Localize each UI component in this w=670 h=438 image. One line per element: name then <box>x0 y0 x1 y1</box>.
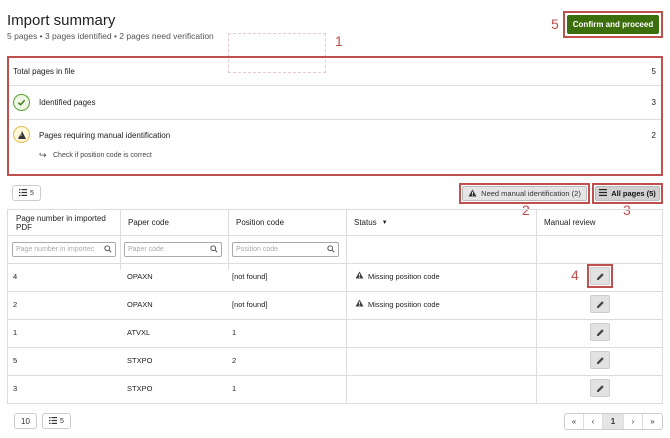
pencil-icon <box>596 384 604 392</box>
pages-table: Page number in imported PDF Paper code P… <box>7 209 663 404</box>
cell-position: 1 <box>232 328 237 337</box>
cell-page: 1 <box>13 328 18 337</box>
cell-paper: ATVXL <box>127 328 151 337</box>
cell-page: 5 <box>13 356 18 365</box>
cell-position: [not found] <box>232 272 268 281</box>
columns-button[interactable]: 5 <box>12 185 41 201</box>
header-position[interactable]: Position code <box>228 210 346 235</box>
confirm-highlight: Confirm and proceed <box>563 11 663 38</box>
annotation-1: 1 <box>335 33 343 49</box>
summary-row-total: Total pages in file 5 <box>9 58 661 86</box>
cell-status: Missing position code <box>368 300 440 309</box>
cell-paper: STXPO <box>127 356 153 365</box>
paper-filter-input[interactable]: Paper code <box>124 242 222 257</box>
manual-value: 2 <box>651 131 656 140</box>
pencil-icon <box>596 328 604 336</box>
confirm-button[interactable]: Confirm and proceed <box>567 15 659 34</box>
all-pages-highlight: All pages (5) <box>592 183 663 204</box>
page-filter-input[interactable]: Page number in importec <box>12 242 116 257</box>
footer-columns-button[interactable]: 5 <box>42 413 71 429</box>
need-manual-highlight: Need manual identification (2) <box>459 183 590 204</box>
total-value: 5 <box>651 67 656 76</box>
cell-status: Missing position code <box>368 272 440 281</box>
pencil-icon <box>596 272 604 280</box>
search-icon <box>104 245 112 255</box>
warning-icon <box>355 271 364 281</box>
header-paper[interactable]: Paper code <box>120 210 228 235</box>
all-pages-filter-button[interactable]: All pages (5) <box>595 186 660 201</box>
all-pages-label: All pages (5) <box>611 189 656 198</box>
manual-hint: Check if position code is correct <box>53 152 152 159</box>
need-manual-label: Need manual identification (2) <box>481 189 581 198</box>
list-icon <box>19 188 28 198</box>
cell-page: 4 <box>13 272 18 281</box>
footer-columns-count: 5 <box>60 417 64 425</box>
edit-button[interactable] <box>590 351 610 369</box>
return-arrow-icon: ↪ <box>39 150 47 160</box>
current-page[interactable]: 1 <box>603 414 624 429</box>
header-page[interactable]: Page number in imported PDF <box>8 210 120 235</box>
summary-row-identified: Identified pages 3 <box>9 86 661 120</box>
summary-panel: Total pages in file 5 Identified pages 3… <box>7 56 663 176</box>
page-subtitle: 5 pages • 3 pages identified • 2 pages n… <box>7 31 214 41</box>
total-label: Total pages in file <box>13 67 75 76</box>
cell-page: 2 <box>13 300 18 309</box>
first-page-button[interactable]: « <box>565 414 584 429</box>
header-status[interactable]: Status ▼ <box>346 210 456 235</box>
pencil-icon <box>596 300 604 308</box>
annotation-4: 4 <box>571 267 579 283</box>
position-filter-input[interactable]: Position code <box>232 242 339 257</box>
manual-label: Pages requiring manual identification <box>39 131 171 140</box>
list-icon <box>49 416 58 426</box>
search-icon <box>327 245 335 255</box>
edit-button[interactable] <box>590 295 610 313</box>
cell-page: 3 <box>13 384 18 393</box>
edit-button[interactable] <box>590 267 610 285</box>
cell-paper: OPAXN <box>127 300 153 309</box>
cell-paper: STXPO <box>127 384 153 393</box>
warning-icon <box>468 188 477 199</box>
warning-icon <box>13 126 30 143</box>
columns-count: 5 <box>30 189 34 197</box>
paper-filter-placeholder: Paper code <box>128 246 164 253</box>
identified-value: 3 <box>651 98 656 107</box>
cell-position: 1 <box>232 384 237 393</box>
summary-row-manual: Pages requiring manual identification 2 … <box>9 120 661 174</box>
pencil-icon <box>596 356 604 364</box>
page-title: Import summary <box>7 12 116 29</box>
position-filter-placeholder: Position code <box>236 246 279 253</box>
last-page-button[interactable]: » <box>643 414 662 429</box>
cell-position: [not found] <box>232 300 268 309</box>
edit-button[interactable] <box>590 379 610 397</box>
search-icon <box>210 245 218 255</box>
identified-label: Identified pages <box>39 98 96 107</box>
pagination: « ‹ 1 › » <box>564 413 663 430</box>
next-page-button[interactable]: › <box>624 414 643 429</box>
header-status-label: Status <box>354 218 377 227</box>
sort-down-icon[interactable]: ▼ <box>382 220 388 226</box>
page-filter-placeholder: Page number in importec <box>16 246 95 253</box>
cell-paper: OPAXN <box>127 272 153 281</box>
need-manual-filter-button[interactable]: Need manual identification (2) <box>462 186 587 201</box>
edit-button[interactable] <box>590 323 610 341</box>
page-size-select[interactable]: 10 <box>14 413 37 429</box>
annotation-5: 5 <box>551 16 559 32</box>
prev-page-button[interactable]: ‹ <box>584 414 603 429</box>
list-icon <box>599 189 608 198</box>
cell-position: 2 <box>232 356 237 365</box>
warning-icon <box>355 299 364 309</box>
check-icon <box>13 94 30 111</box>
header-review: Manual review <box>544 218 596 227</box>
